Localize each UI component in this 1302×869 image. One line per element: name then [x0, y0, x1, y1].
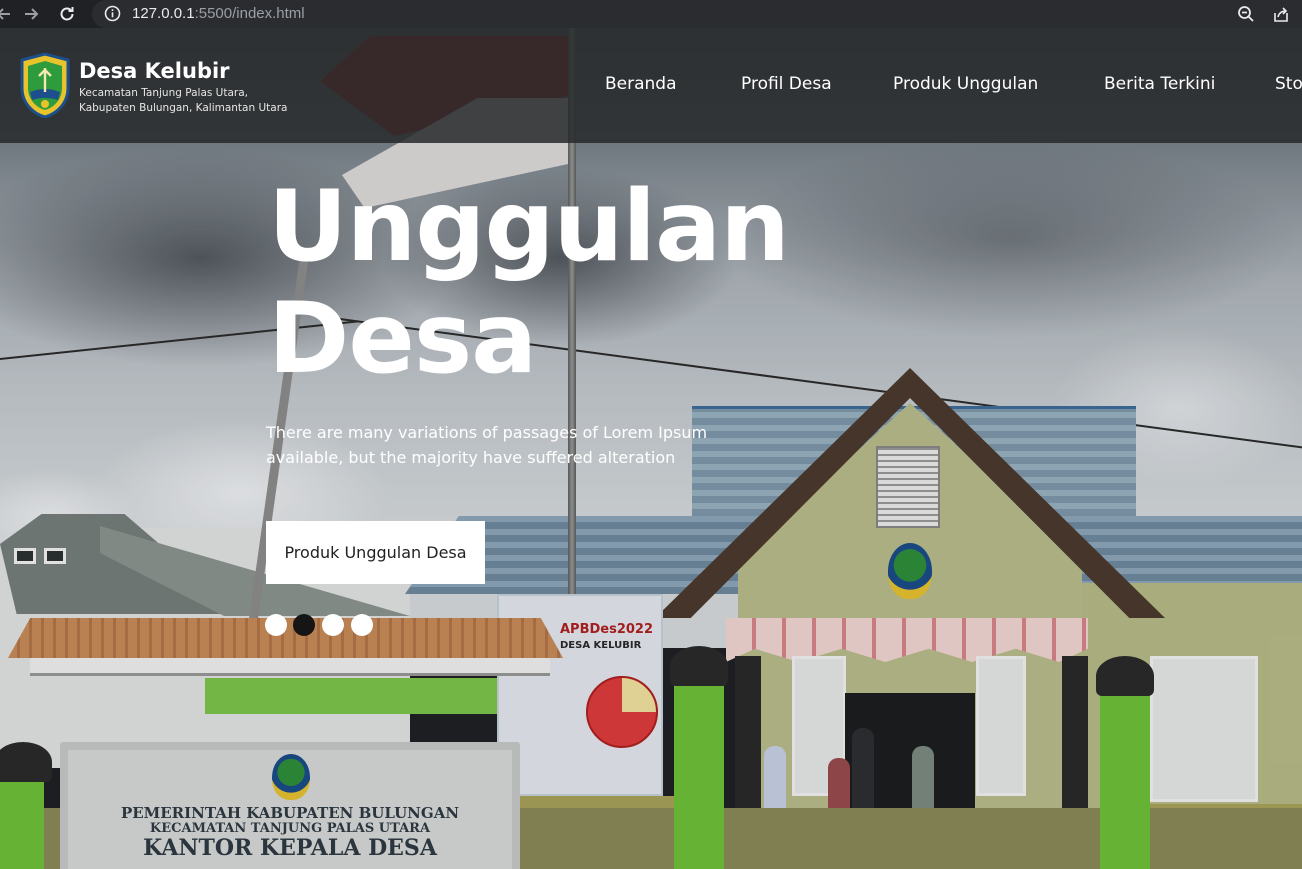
browser-toolbar: 127.0.0.1:5500/index.html [0, 0, 1302, 28]
hero-title-line-2: Desa [268, 282, 537, 396]
carousel-dot-4[interactable] [351, 614, 373, 636]
back-arrow-icon[interactable] [0, 4, 14, 24]
share-icon[interactable] [1272, 5, 1290, 28]
nav-item-beranda[interactable]: Beranda [605, 74, 677, 94]
site-subtitle-line-2: Kabupaten Bulungan, Kalimantan Utara [79, 102, 288, 114]
url-text[interactable]: 127.0.0.1:5500/index.html [132, 5, 305, 22]
url-path: :5500/index.html [194, 5, 305, 22]
hero-description-line-1: There are many variations of passages of… [266, 423, 708, 442]
carousel-dot-1[interactable] [265, 614, 287, 636]
url-host: 127.0.0.1 [132, 5, 195, 22]
address-bar[interactable]: 127.0.0.1:5500/index.html [92, 0, 1302, 28]
nav-item-produk-unggulan[interactable]: Produk Unggulan [893, 74, 1038, 94]
carousel-dot-2[interactable] [293, 614, 315, 636]
site-info-icon[interactable] [104, 5, 121, 27]
site-header: Desa Kelubir Kecamatan Tanjung Palas Uta… [0, 28, 1302, 143]
cta-produk-unggulan-button[interactable]: Produk Unggulan Desa [266, 521, 485, 584]
nav-item-berita-terkini[interactable]: Berita Terkini [1104, 74, 1215, 94]
hero-description-line-2: available, but the majority have suffere… [266, 448, 676, 467]
carousel-dot-3[interactable] [322, 614, 344, 636]
village-logo-icon[interactable] [18, 52, 72, 118]
nav-item-truncated[interactable]: Sto [1275, 74, 1302, 94]
zoom-icon[interactable] [1237, 5, 1255, 28]
hero-title-line-1: Unggulan [268, 170, 790, 284]
reload-icon[interactable] [57, 4, 77, 24]
site-subtitle-line-1: Kecamatan Tanjung Palas Utara, [79, 87, 249, 99]
site-title[interactable]: Desa Kelubir [79, 59, 230, 83]
nav-item-profil-desa[interactable]: Profil Desa [741, 74, 832, 94]
forward-arrow-icon[interactable] [21, 4, 41, 24]
page-viewport: APBDes2022 DESA KELUBIR PEMERINTAH KABUP… [0, 28, 1302, 869]
